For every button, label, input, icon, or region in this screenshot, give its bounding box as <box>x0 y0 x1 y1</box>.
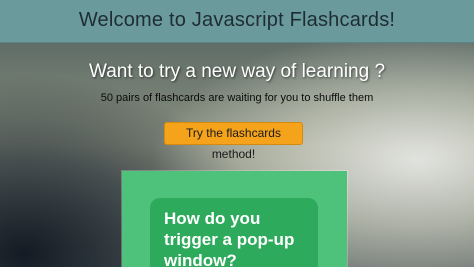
hero-title: Want to try a new way of learning ? <box>88 61 386 82</box>
flashcard[interactable]: How do you trigger a pop-up window? <box>150 198 318 267</box>
flashcard-deck: How do you trigger a pop-up window? <box>122 171 347 267</box>
site-title: Welcome to Javascript Flashcards! <box>78 9 396 31</box>
try-flashcards-button[interactable]: Try the flashcards method! <box>164 122 303 161</box>
flashcard-question: How do you trigger a pop-up window? <box>164 209 295 267</box>
hero-subtitle: 50 pairs of flashcards are waiting for y… <box>100 92 374 104</box>
site-header: Welcome to Javascript Flashcards! <box>0 0 474 43</box>
